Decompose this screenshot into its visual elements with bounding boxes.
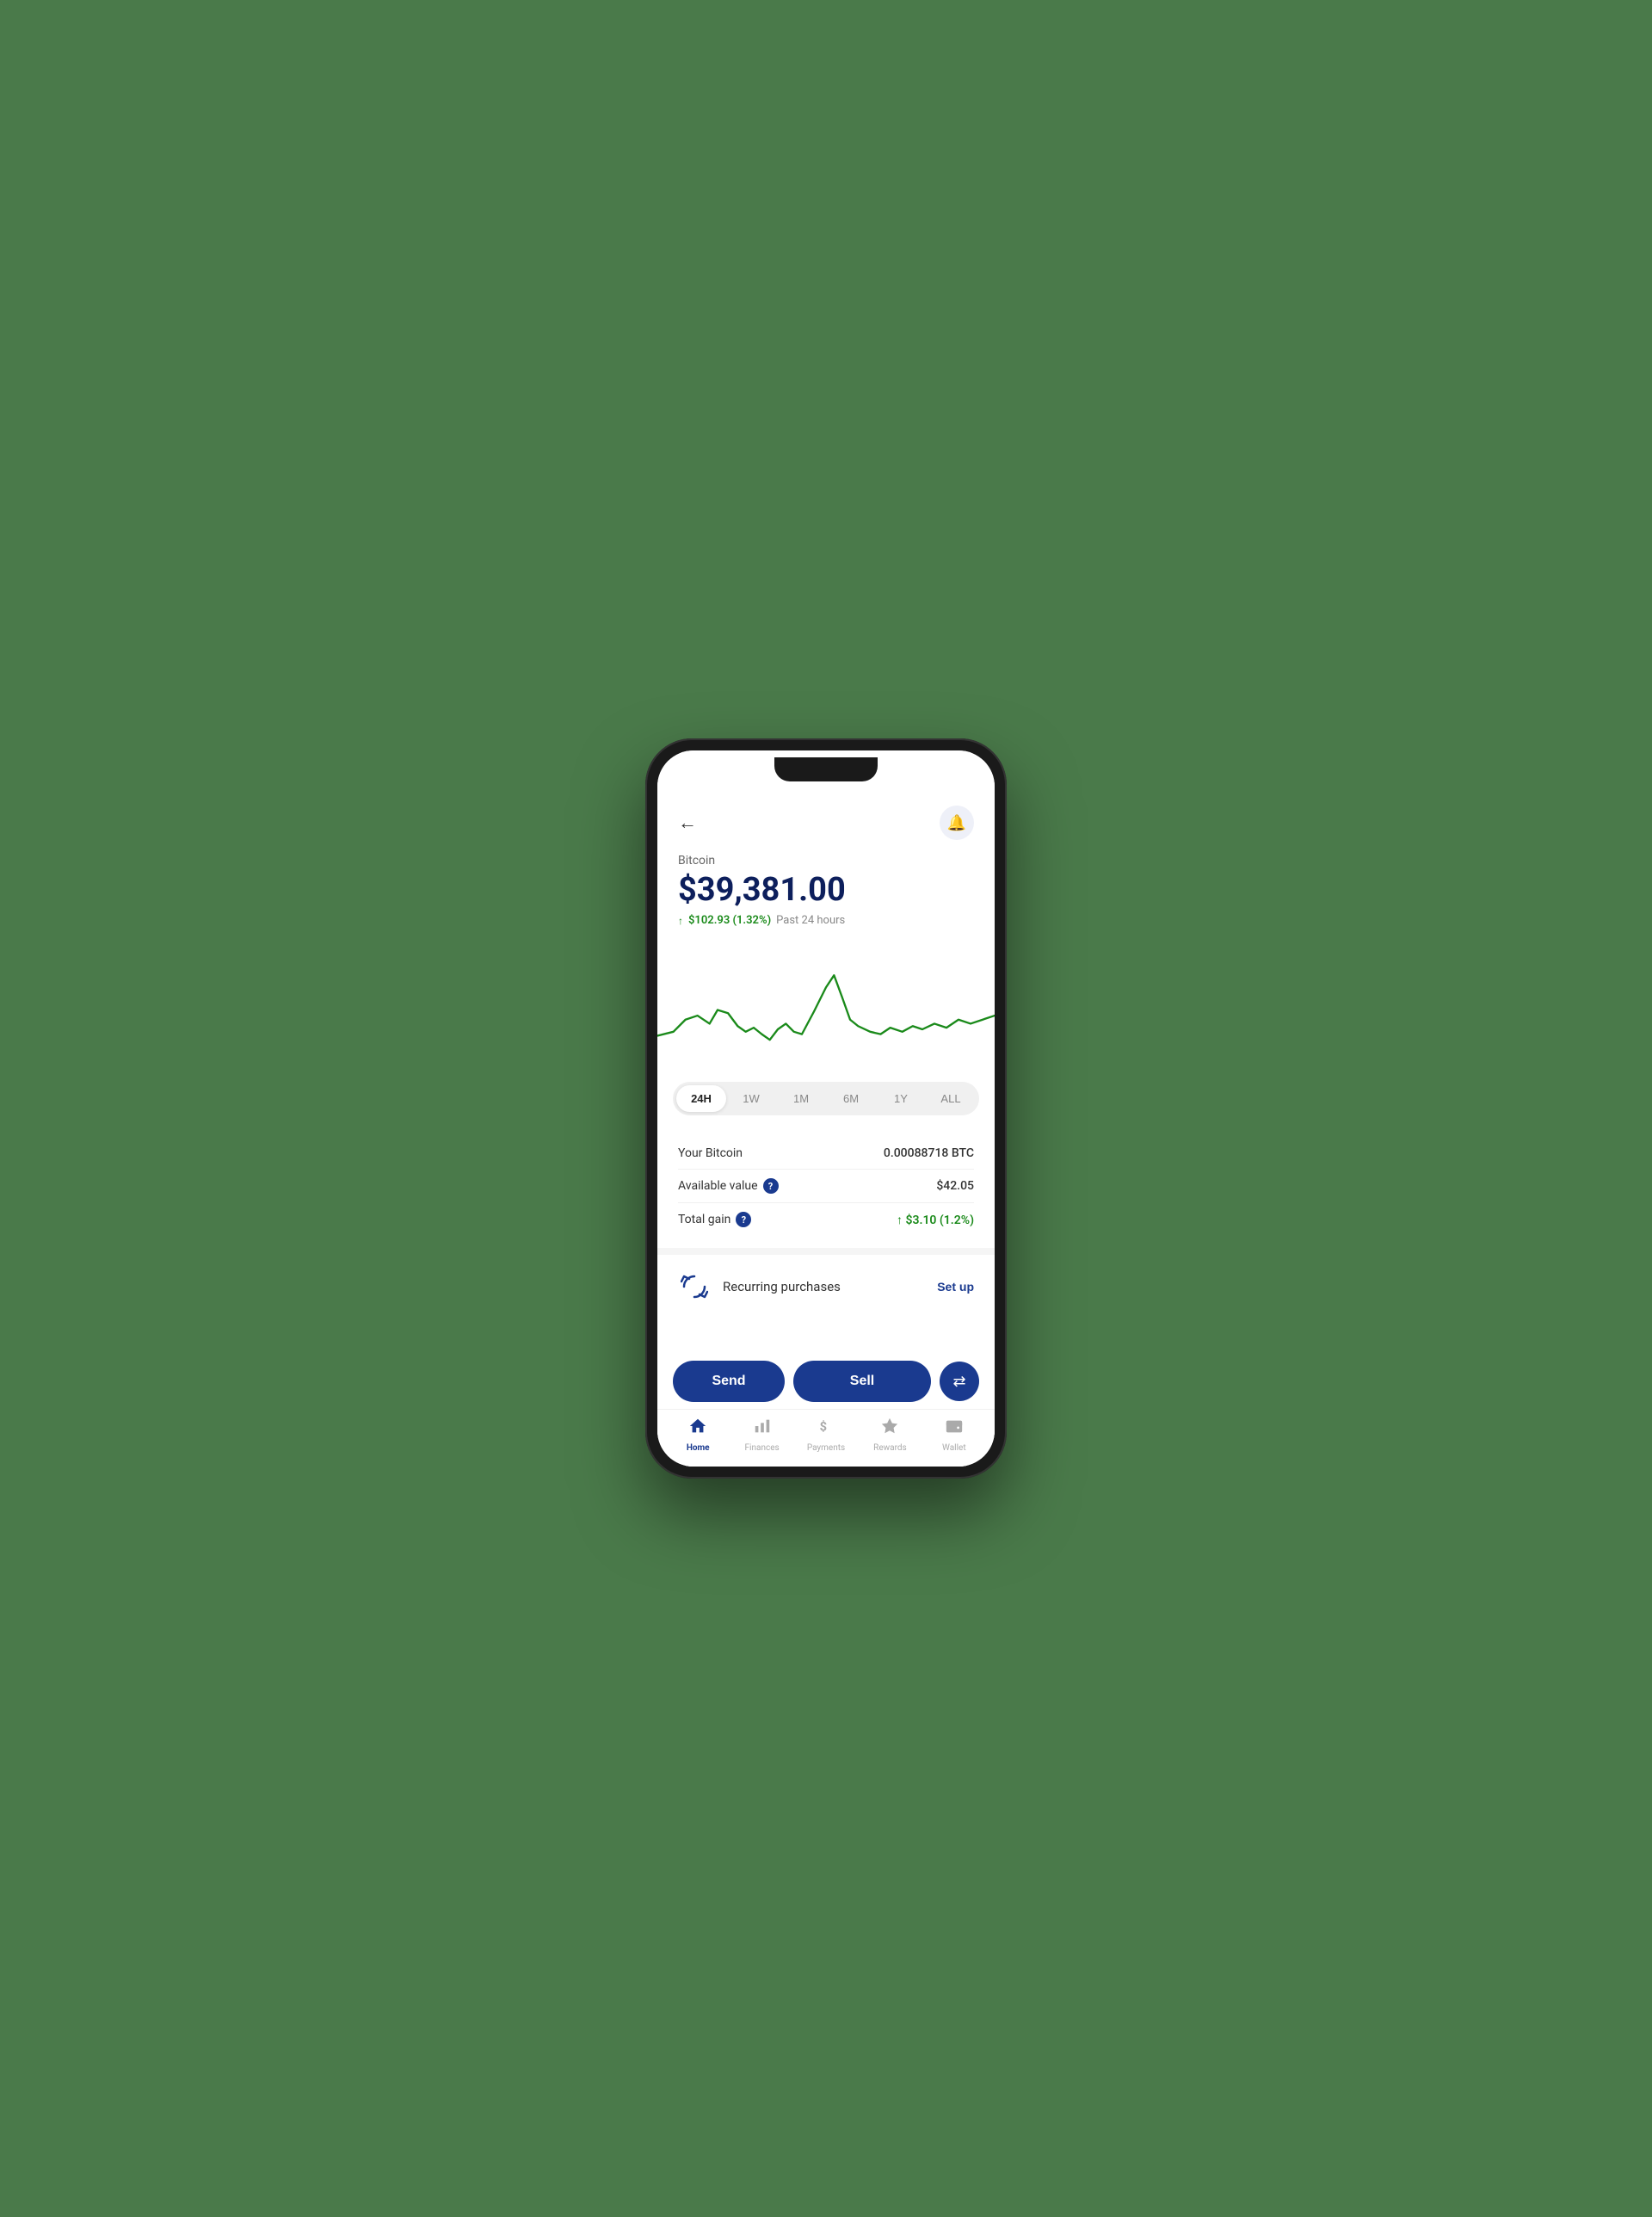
stats-section: Your Bitcoin 0.00088718 BTC Available va…: [657, 1129, 995, 1248]
nav-item-finances[interactable]: Finances: [730, 1417, 793, 1453]
notch: [774, 757, 878, 781]
recurring-icon: [678, 1270, 711, 1303]
nav-item-wallet[interactable]: Wallet: [922, 1417, 986, 1453]
gain-value: ↑ $3.10 (1.2%): [897, 1213, 974, 1227]
bitcoin-label: Your Bitcoin: [678, 1146, 743, 1160]
status-bar: [657, 750, 995, 788]
recurring-left: Recurring purchases: [678, 1270, 841, 1303]
screen-content: ← 🔔 Bitcoin $39,381.00 ↑ $102.93 (1.32%)…: [657, 788, 995, 1467]
refresh-icon: [681, 1273, 708, 1300]
bitcoin-value: 0.00088718 BTC: [884, 1146, 974, 1160]
svg-text:$: $: [820, 1419, 827, 1435]
stat-row-gain: Total gain ? ↑ $3.10 (1.2%): [678, 1203, 974, 1236]
spacer: [657, 1318, 995, 1352]
phone-screen: ← 🔔 Bitcoin $39,381.00 ↑ $102.93 (1.32%)…: [657, 750, 995, 1467]
notification-button[interactable]: 🔔: [940, 806, 974, 840]
filter-all[interactable]: ALL: [926, 1085, 976, 1112]
coin-name: Bitcoin: [678, 854, 974, 868]
time-filters: 24H 1W 1M 6M 1Y ALL: [673, 1082, 979, 1115]
stat-row-available: Available value ? $42.05: [678, 1170, 974, 1203]
phone-frame: ← 🔔 Bitcoin $39,381.00 ↑ $102.93 (1.32%)…: [645, 738, 1007, 1479]
nav-item-payments[interactable]: $ Payments: [794, 1417, 858, 1453]
bottom-nav: Home Finances $ Payments: [657, 1409, 995, 1467]
stat-row-bitcoin: Your Bitcoin 0.00088718 BTC: [678, 1138, 974, 1170]
filter-24h[interactable]: 24H: [676, 1085, 726, 1112]
setup-button[interactable]: Set up: [937, 1280, 974, 1294]
available-help-icon[interactable]: ?: [763, 1178, 779, 1194]
available-value: $42.05: [936, 1179, 974, 1193]
nav-item-rewards[interactable]: Rewards: [858, 1417, 922, 1453]
nav-payments-label: Payments: [807, 1443, 845, 1453]
section-divider: [657, 1248, 995, 1255]
price-change: ↑ $102.93 (1.32%) Past 24 hours: [678, 914, 974, 927]
nav-item-home[interactable]: Home: [666, 1417, 730, 1453]
nav-home-label: Home: [687, 1443, 710, 1453]
finances-icon: [753, 1417, 772, 1441]
header: ← 🔔: [657, 788, 995, 849]
filter-1w[interactable]: 1W: [726, 1085, 776, 1112]
send-button[interactable]: Send: [673, 1361, 785, 1402]
bell-icon: 🔔: [947, 814, 966, 832]
swap-button[interactable]: ⇄: [940, 1362, 979, 1401]
filter-1y[interactable]: 1Y: [876, 1085, 926, 1112]
available-text: Available value: [678, 1179, 758, 1193]
filter-6m[interactable]: 6M: [826, 1085, 876, 1112]
wallet-icon: [945, 1417, 964, 1441]
payments-icon: $: [817, 1417, 835, 1441]
nav-rewards-label: Rewards: [873, 1443, 907, 1453]
filter-1m[interactable]: 1M: [776, 1085, 826, 1112]
home-icon: [688, 1417, 707, 1441]
change-amount: $102.93 (1.32%): [688, 914, 771, 927]
action-bar: Send Sell ⇄: [657, 1352, 995, 1409]
gain-label: Total gain ?: [678, 1212, 751, 1227]
nav-finances-label: Finances: [745, 1443, 780, 1453]
price-chart: [657, 939, 995, 1077]
price-value: $39,381.00: [678, 871, 974, 909]
recurring-section: Recurring purchases Set up: [657, 1255, 995, 1318]
chart-svg: [657, 939, 995, 1068]
available-label: Available value ?: [678, 1178, 779, 1194]
gain-help-icon[interactable]: ?: [736, 1212, 751, 1227]
sell-button[interactable]: Sell: [793, 1361, 931, 1402]
rewards-icon: [880, 1417, 899, 1441]
change-arrow-icon: ↑: [678, 915, 683, 927]
swap-icon: ⇄: [952, 1373, 965, 1391]
price-section: Bitcoin $39,381.00 ↑ $102.93 (1.32%) Pas…: [657, 849, 995, 939]
recurring-label: Recurring purchases: [723, 1279, 841, 1294]
back-button[interactable]: ←: [678, 812, 697, 834]
gain-text: Total gain: [678, 1213, 730, 1226]
change-period: Past 24 hours: [776, 914, 845, 927]
nav-wallet-label: Wallet: [942, 1443, 966, 1453]
